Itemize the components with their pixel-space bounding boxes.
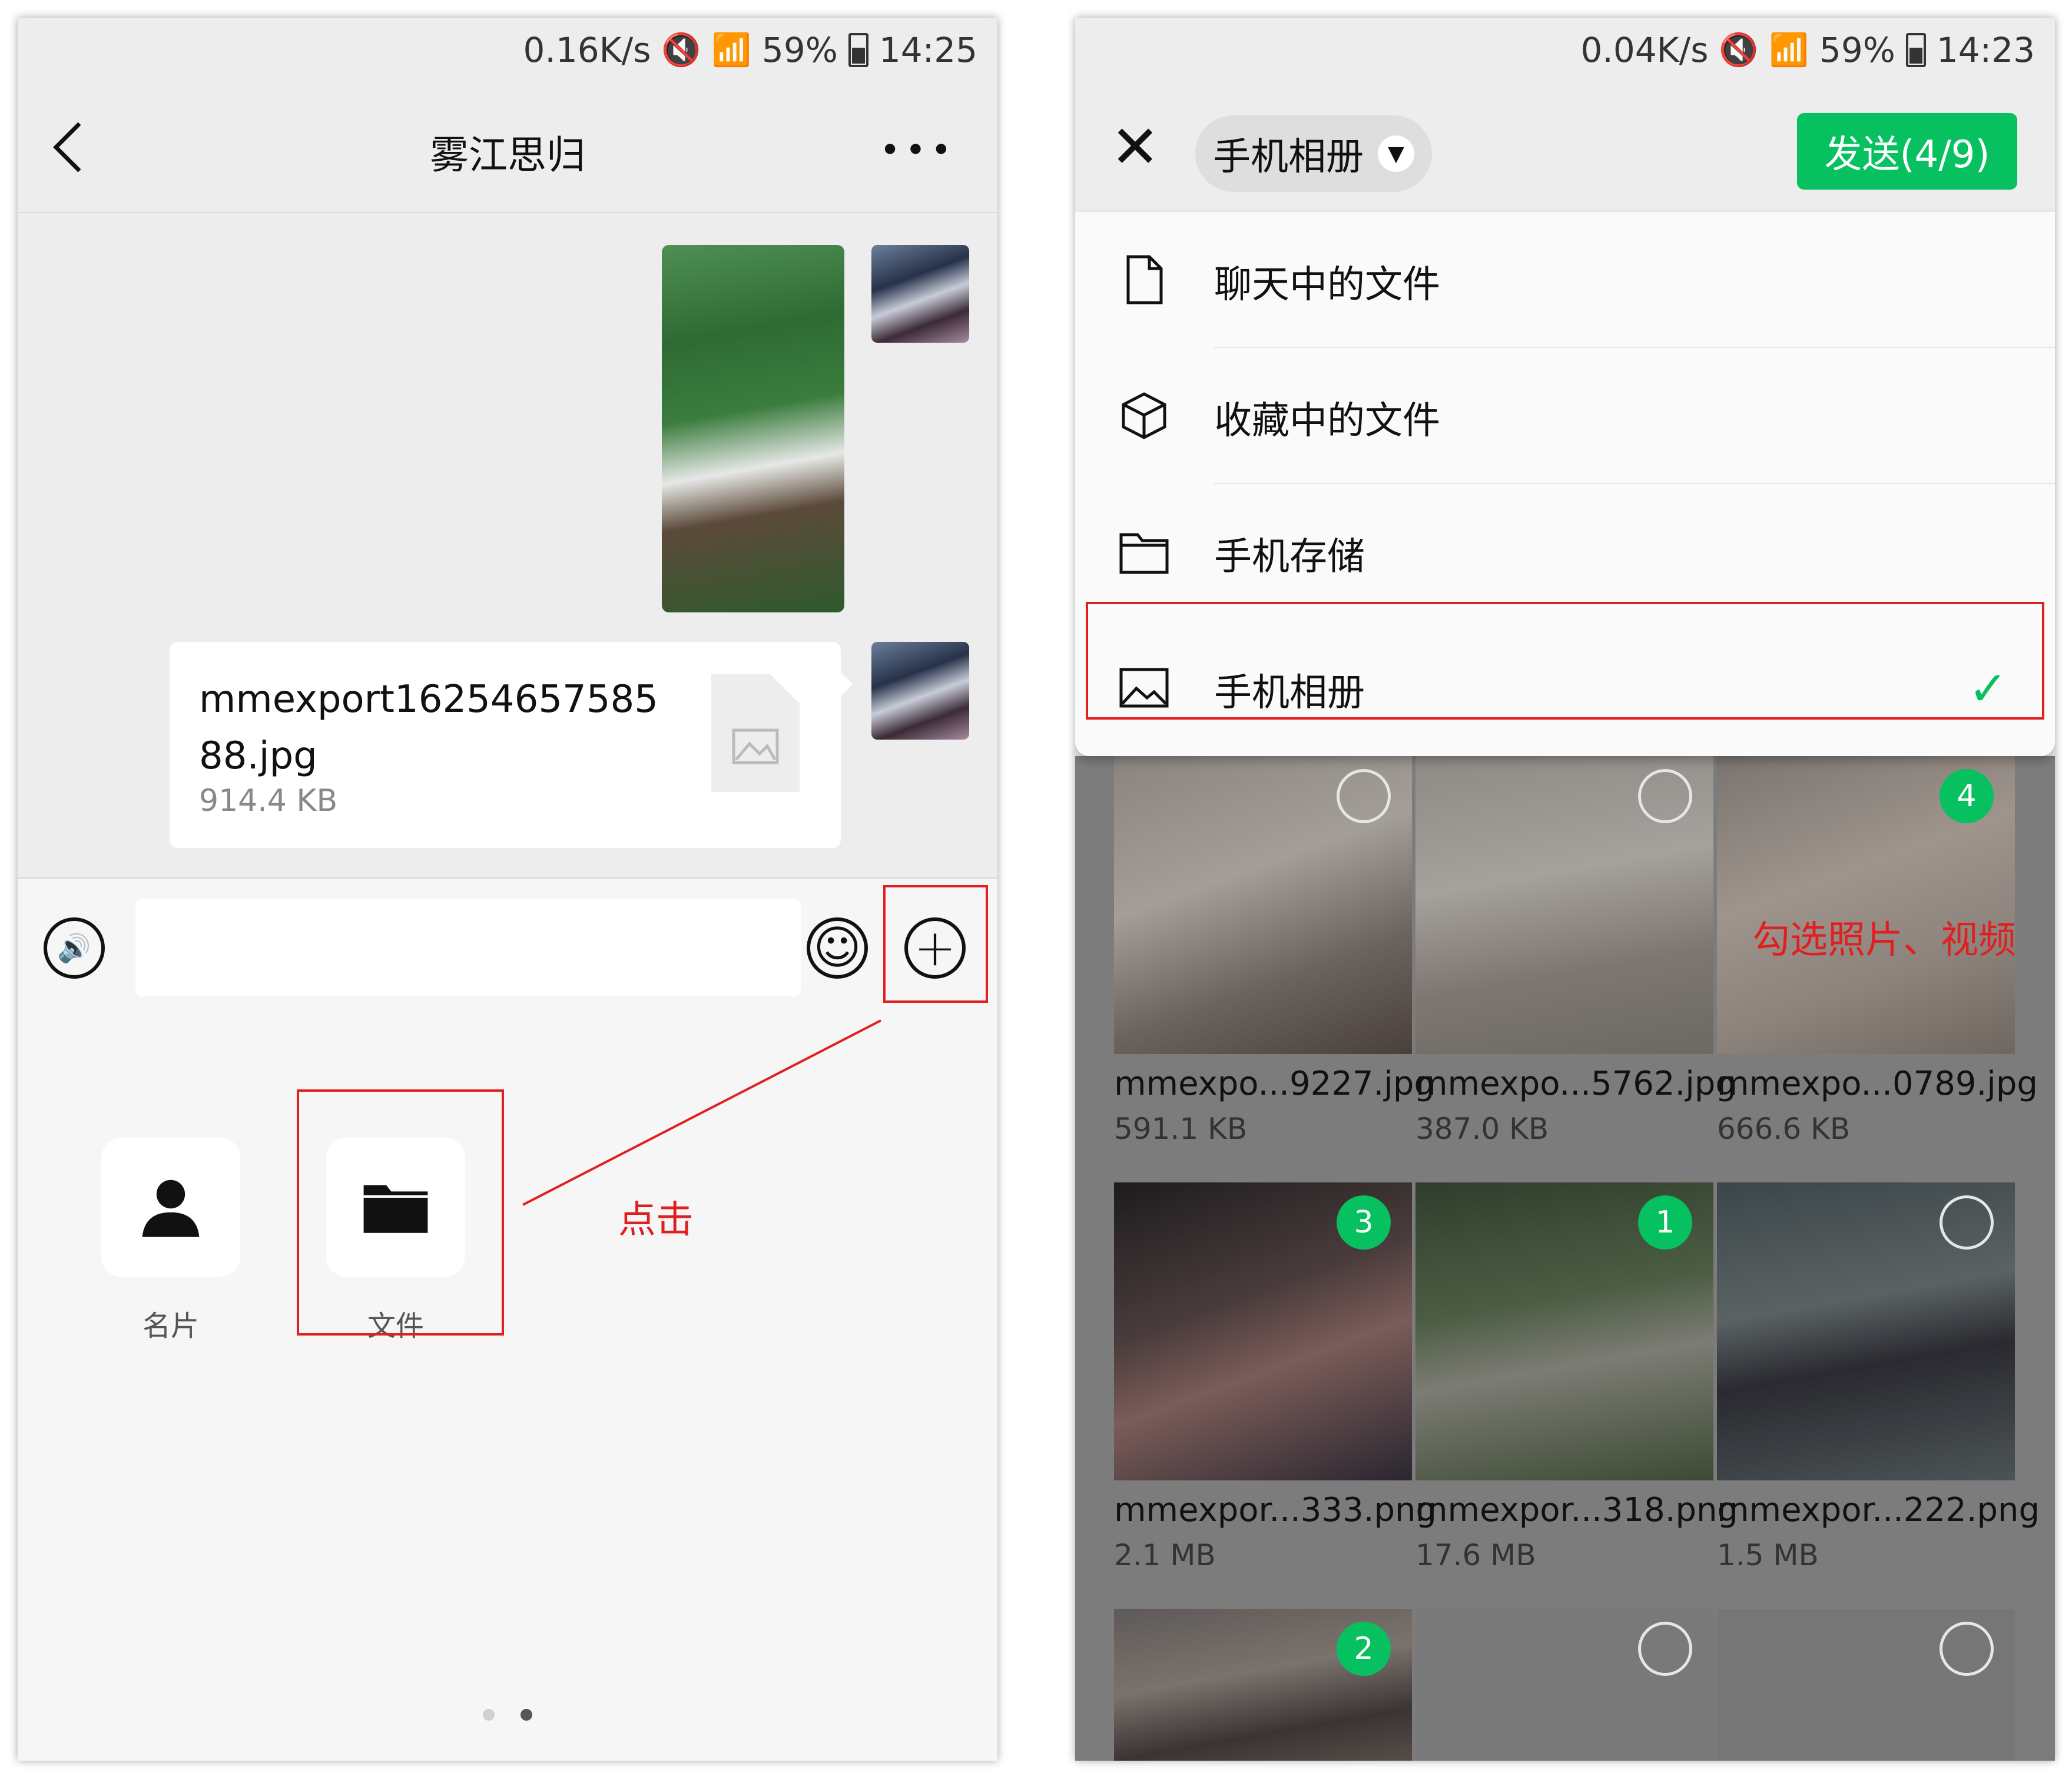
folder-outline-icon xyxy=(1119,533,1169,574)
bubble-tail xyxy=(840,671,853,697)
chat-screen: 0.16K/s 🔇 📶 59% 14:25 雾江思归 ••• mmexport1… xyxy=(18,18,997,1761)
battery-level: 59% xyxy=(1819,30,1895,70)
click-annotation: 点击 xyxy=(618,1198,694,1242)
file-size: 914.4 KB xyxy=(199,783,338,819)
select-circle[interactable]: 1 xyxy=(1638,1195,1692,1250)
select-circle[interactable]: 4 xyxy=(1940,769,1994,823)
mute-icon: 🔇 xyxy=(1719,31,1759,68)
message-input[interactable] xyxy=(135,899,801,996)
cube-icon xyxy=(1122,392,1166,439)
voice-input-icon[interactable]: 🔊 xyxy=(44,917,105,979)
wifi-signal-icon: 📶 xyxy=(1769,31,1809,68)
close-icon[interactable]: ✕ xyxy=(1110,118,1160,177)
photo-grid: mmexpo...9227.jpg 591.1 KB mmexpo...5762… xyxy=(1075,756,2055,1761)
page-dot-active xyxy=(521,1709,532,1721)
sent-photo[interactable] xyxy=(662,245,844,612)
file-picker-screen: 0.04K/s 🔇 📶 59% 14:23 ✕ 手机相册 ▼ 发送(4/9) m… xyxy=(1075,18,2055,1761)
clock: 14:25 xyxy=(878,30,977,70)
file-icon xyxy=(1126,255,1163,304)
send-button[interactable]: 发送(4/9) xyxy=(1797,113,2017,190)
photo-size: 666.6 KB xyxy=(1717,1112,1851,1146)
highlight-plus-button xyxy=(883,885,988,1003)
function-panel: 名片 文件 xyxy=(18,1020,997,1761)
clock: 14:23 xyxy=(1936,30,2035,70)
photo-name: mmexpor...333.png xyxy=(1114,1491,1437,1529)
battery-level: 59% xyxy=(761,30,838,70)
chat-header: 雾江思归 ••• xyxy=(18,82,997,213)
wifi-signal-icon: 📶 xyxy=(711,31,751,68)
page-dot xyxy=(483,1709,495,1721)
more-options-icon[interactable]: ••• xyxy=(880,132,956,168)
chevron-down-icon: ▼ xyxy=(1378,135,1414,172)
page-indicator xyxy=(483,1709,532,1721)
my-avatar[interactable] xyxy=(871,245,969,343)
photo-size: 591.1 KB xyxy=(1114,1112,1248,1146)
mute-icon: 🔇 xyxy=(661,31,701,68)
photo-size: 17.6 MB xyxy=(1415,1538,1536,1572)
photo-size: 1.5 MB xyxy=(1717,1538,1819,1572)
person-icon xyxy=(142,1179,200,1237)
emoji-icon[interactable]: ☺ xyxy=(807,917,868,979)
select-circle[interactable] xyxy=(1638,1622,1692,1676)
status-bar: 0.16K/s 🔇 📶 59% 14:25 xyxy=(18,18,997,82)
file-message-bubble[interactable]: mmexport1625465758588.jpg 914.4 KB xyxy=(170,642,853,848)
menu-item-label: 手机存储 xyxy=(1214,535,1365,579)
menu-item-phone-storage[interactable]: 手机存储 xyxy=(1075,484,2055,620)
battery-icon xyxy=(848,33,868,67)
contact-card-button[interactable] xyxy=(101,1138,240,1277)
my-avatar[interactable] xyxy=(871,642,969,740)
select-circle[interactable] xyxy=(1337,769,1391,823)
select-circle[interactable] xyxy=(1638,769,1692,823)
album-selector[interactable]: 手机相册 ▼ xyxy=(1195,115,1432,192)
photo-name: mmexpo...9227.jpg xyxy=(1114,1065,1435,1103)
photo-size: 387.0 KB xyxy=(1415,1112,1549,1146)
menu-item-label: 收藏中的文件 xyxy=(1214,399,1440,443)
select-circle[interactable] xyxy=(1940,1622,1994,1676)
input-bar: 🔊 ☺ + xyxy=(18,877,997,1021)
status-bar: 0.04K/s 🔇 📶 59% 14:23 xyxy=(1075,18,2055,82)
select-circle[interactable]: 3 xyxy=(1337,1195,1391,1250)
highlight-phone-album xyxy=(1086,602,2044,720)
network-speed: 0.04K/s xyxy=(1580,30,1709,70)
highlight-file-button xyxy=(297,1089,504,1336)
photo-size: 2.1 MB xyxy=(1114,1538,1216,1572)
album-selector-label: 手机相册 xyxy=(1213,135,1364,179)
photo-name: mmexpo...5762.jpg xyxy=(1415,1065,1736,1103)
menu-item-chat-files[interactable]: 聊天中的文件 xyxy=(1075,212,2055,348)
network-speed: 0.16K/s xyxy=(523,30,651,70)
select-circle[interactable] xyxy=(1940,1195,1994,1250)
menu-item-favorite-files[interactable]: 收藏中的文件 xyxy=(1075,348,2055,484)
photo-name: mmexpo...0789.jpg xyxy=(1717,1065,2038,1103)
select-circle[interactable]: 2 xyxy=(1337,1622,1391,1676)
image-file-icon xyxy=(711,674,800,792)
photo-name: mmexpor...222.png xyxy=(1717,1491,2040,1529)
photo-name: mmexpor...318.png xyxy=(1415,1491,1739,1529)
file-name: mmexport1625465758588.jpg xyxy=(199,678,658,778)
picker-header: ✕ 手机相册 ▼ 发送(4/9) xyxy=(1075,82,2055,213)
select-annotation: 勾选照片、视频 xyxy=(1752,919,2016,962)
battery-icon xyxy=(1905,33,1926,67)
menu-item-label: 聊天中的文件 xyxy=(1214,263,1440,307)
contact-card-label: 名片 xyxy=(142,1310,199,1343)
chat-title: 雾江思归 xyxy=(430,132,585,178)
